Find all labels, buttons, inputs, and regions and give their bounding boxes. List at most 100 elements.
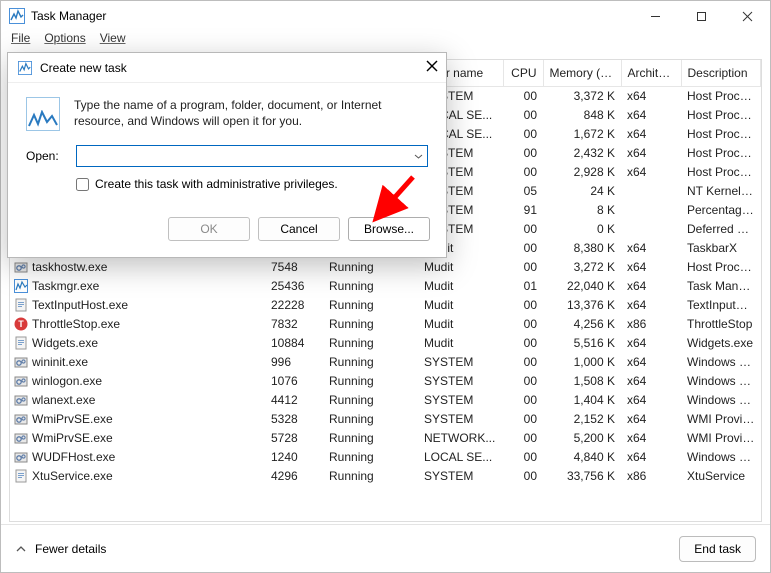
open-combobox[interactable] xyxy=(76,145,428,167)
process-desc: Task Manager xyxy=(681,277,761,296)
process-arch: x86 xyxy=(621,315,681,334)
minimize-button[interactable] xyxy=(632,1,678,31)
process-pid: 4296 xyxy=(265,467,323,486)
process-desc: NT Kernel & Sy xyxy=(681,182,761,201)
process-arch: x64 xyxy=(621,410,681,429)
table-row[interactable]: winlogon.exe1076RunningSYSTEM001,508 Kx6… xyxy=(10,372,761,391)
open-input[interactable] xyxy=(77,146,409,166)
table-row[interactable]: WmiPrvSE.exe5728RunningNETWORK...005,200… xyxy=(10,429,761,448)
process-memory: 1,672 K xyxy=(543,125,621,144)
process-desc: WMI Provider xyxy=(681,429,761,448)
process-memory: 1,000 K xyxy=(543,353,621,372)
process-desc: ThrottleStop xyxy=(681,315,761,334)
process-memory: 2,432 K xyxy=(543,144,621,163)
process-desc: TextInputHost xyxy=(681,296,761,315)
process-desc: Host Process f xyxy=(681,258,761,277)
process-icon xyxy=(14,374,28,388)
process-icon xyxy=(14,336,28,350)
process-arch xyxy=(621,220,681,239)
table-row[interactable]: wininit.exe996RunningSYSTEM001,000 Kx64W… xyxy=(10,353,761,372)
table-row[interactable]: TextInputHost.exe22228RunningMudit0013,3… xyxy=(10,296,761,315)
process-status: Running xyxy=(323,353,418,372)
process-arch: x64 xyxy=(621,334,681,353)
close-button[interactable] xyxy=(724,1,770,31)
process-cpu: 00 xyxy=(503,220,543,239)
table-row[interactable]: wlanext.exe4412RunningSYSTEM001,404 Kx64… xyxy=(10,391,761,410)
process-status: Running xyxy=(323,391,418,410)
process-user: Mudit xyxy=(418,315,503,334)
admin-checkbox[interactable] xyxy=(76,178,89,191)
col-memory[interactable]: Memory (a... xyxy=(543,60,621,87)
menu-view[interactable]: View xyxy=(100,31,126,51)
process-memory: 8,380 K xyxy=(543,239,621,258)
process-icon xyxy=(14,450,28,464)
dialog-close-button[interactable] xyxy=(426,59,438,76)
process-arch: x64 xyxy=(621,429,681,448)
process-name: Widgets.exe xyxy=(32,336,98,350)
process-memory: 0 K xyxy=(543,220,621,239)
col-desc[interactable]: Description xyxy=(681,60,761,87)
table-row[interactable]: taskhostw.exe7548RunningMudit003,272 Kx6… xyxy=(10,258,761,277)
process-status: Running xyxy=(323,410,418,429)
process-pid: 7832 xyxy=(265,315,323,334)
process-icon xyxy=(14,260,28,274)
process-arch: x64 xyxy=(621,353,681,372)
process-cpu: 00 xyxy=(503,125,543,144)
process-user: SYSTEM xyxy=(418,467,503,486)
process-arch: x64 xyxy=(621,125,681,144)
table-row[interactable]: XtuService.exe4296RunningSYSTEM0033,756 … xyxy=(10,467,761,486)
process-memory: 2,928 K xyxy=(543,163,621,182)
process-pid: 1076 xyxy=(265,372,323,391)
process-pid: 1240 xyxy=(265,448,323,467)
process-memory: 33,756 K xyxy=(543,467,621,486)
fewer-details-button[interactable]: Fewer details xyxy=(15,542,106,556)
process-status: Running xyxy=(323,315,418,334)
process-desc: Windows Start xyxy=(681,353,761,372)
process-status: Running xyxy=(323,277,418,296)
process-user: Mudit xyxy=(418,258,503,277)
browse-button[interactable]: Browse... xyxy=(348,217,430,241)
chevron-down-icon[interactable] xyxy=(409,146,427,166)
process-cpu: 00 xyxy=(503,467,543,486)
maximize-button[interactable] xyxy=(678,1,724,31)
chevron-up-icon xyxy=(15,543,27,555)
process-desc: Host Process f xyxy=(681,106,761,125)
process-desc: Percentage of xyxy=(681,201,761,220)
ok-button[interactable]: OK xyxy=(168,217,250,241)
process-user: SYSTEM xyxy=(418,410,503,429)
process-desc: Windows Wire xyxy=(681,391,761,410)
process-arch: x64 xyxy=(621,239,681,258)
process-desc: Host Process f xyxy=(681,163,761,182)
table-row[interactable]: Widgets.exe10884RunningMudit005,516 Kx64… xyxy=(10,334,761,353)
process-memory: 5,516 K xyxy=(543,334,621,353)
process-memory: 1,404 K xyxy=(543,391,621,410)
process-user: Mudit xyxy=(418,296,503,315)
process-name: wlanext.exe xyxy=(32,393,95,407)
table-row[interactable]: WUDFHost.exe1240RunningLOCAL SE...004,84… xyxy=(10,448,761,467)
col-cpu[interactable]: CPU xyxy=(503,60,543,87)
table-row[interactable]: TThrottleStop.exe7832RunningMudit004,256… xyxy=(10,315,761,334)
end-task-button[interactable]: End task xyxy=(679,536,756,562)
col-arch[interactable]: Archite... xyxy=(621,60,681,87)
table-row[interactable]: Taskmgr.exe25436RunningMudit0122,040 Kx6… xyxy=(10,277,761,296)
process-cpu: 00 xyxy=(503,163,543,182)
process-user: SYSTEM xyxy=(418,353,503,372)
process-user: SYSTEM xyxy=(418,372,503,391)
cancel-button[interactable]: Cancel xyxy=(258,217,340,241)
fewer-details-label: Fewer details xyxy=(35,542,106,556)
process-cpu: 00 xyxy=(503,144,543,163)
menu-options[interactable]: Options xyxy=(44,31,85,51)
process-user: NETWORK... xyxy=(418,429,503,448)
process-name: ThrottleStop.exe xyxy=(32,317,120,331)
process-name: TextInputHost.exe xyxy=(32,298,128,312)
process-cpu: 00 xyxy=(503,315,543,334)
table-row[interactable]: WmiPrvSE.exe5328RunningSYSTEM002,152 Kx6… xyxy=(10,410,761,429)
process-name: winlogon.exe xyxy=(32,374,102,388)
process-icon xyxy=(14,393,28,407)
process-desc: Host Process f xyxy=(681,144,761,163)
process-desc: Host Process f xyxy=(681,125,761,144)
process-name: Taskmgr.exe xyxy=(32,279,99,293)
process-cpu: 00 xyxy=(503,353,543,372)
process-name: XtuService.exe xyxy=(32,469,113,483)
menu-file[interactable]: File xyxy=(11,31,30,51)
